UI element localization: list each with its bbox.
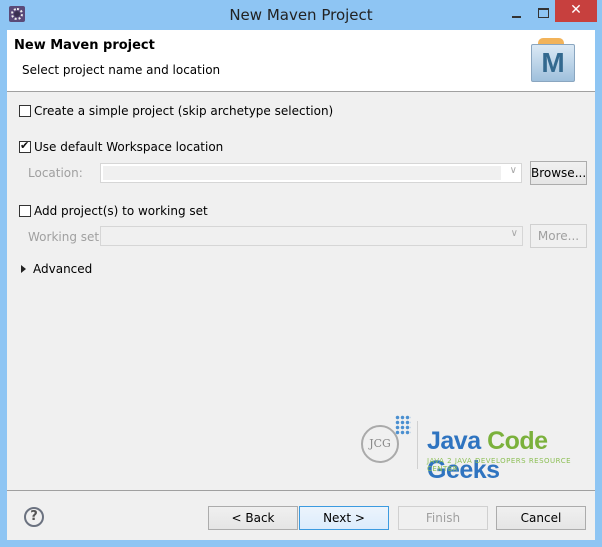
simple-project-checkbox[interactable] <box>19 105 31 117</box>
browse-button[interactable]: Browse... <box>530 161 587 185</box>
advanced-label: Advanced <box>33 262 93 276</box>
location-combo[interactable]: ∨ <box>100 163 522 183</box>
location-input[interactable] <box>103 166 501 180</box>
maven-icon-letter: M <box>531 44 575 82</box>
default-workspace-label: Use default Workspace location <box>34 140 224 154</box>
expand-arrow-icon[interactable] <box>21 265 26 273</box>
page-description: Select project name and location <box>22 63 221 77</box>
chevron-down-icon[interactable]: ∨ <box>510 165 517 176</box>
advanced-section-toggle[interactable]: Advanced <box>19 262 92 276</box>
page-title: New Maven project <box>14 38 155 53</box>
default-workspace-checkbox[interactable] <box>19 139 31 153</box>
watermark-divider <box>417 421 418 469</box>
chevron-down-icon[interactable]: ∨ <box>511 228 518 239</box>
finish-button[interactable]: Finish <box>398 506 488 530</box>
watermark-subtitle: JAVA 2 JAVA DEVELOPERS RESOURCE CENTER <box>427 457 572 473</box>
title-bar: New Maven Project ✕ <box>0 0 602 30</box>
working-set-check-label: Add project(s) to working set <box>34 204 208 218</box>
dots-decoration-icon <box>395 415 411 435</box>
java-code-geeks-watermark: JCG Java Code Geeks JAVA 2 JAVA DEVELOPE… <box>357 413 587 484</box>
working-set-option[interactable]: Add project(s) to working set <box>19 204 208 218</box>
working-set-checkbox[interactable] <box>19 205 31 217</box>
maximize-button[interactable] <box>533 3 555 23</box>
minimize-button[interactable] <box>507 3 527 23</box>
next-button[interactable]: Next > <box>299 506 389 530</box>
footer-divider <box>7 490 595 491</box>
back-button[interactable]: < Back <box>208 506 298 530</box>
jcg-logo-icon: JCG <box>361 425 399 463</box>
help-icon[interactable]: ? <box>24 507 44 527</box>
dialog-body: New Maven project Select project name an… <box>7 30 595 540</box>
watermark-word-code: Code <box>487 427 548 455</box>
working-set-label: Working set: <box>28 230 104 244</box>
watermark-word-java: Java <box>427 427 481 455</box>
working-set-combo[interactable]: ∨ <box>100 226 523 246</box>
maven-folder-icon: M <box>529 38 575 82</box>
simple-project-option[interactable]: Create a simple project (skip archetype … <box>19 104 333 118</box>
more-button[interactable]: More... <box>530 224 587 248</box>
default-workspace-option[interactable]: Use default Workspace location <box>19 139 224 154</box>
simple-project-label: Create a simple project (skip archetype … <box>34 104 334 118</box>
watermark-title: Java Code Geeks <box>427 427 587 485</box>
cancel-button[interactable]: Cancel <box>496 506 586 530</box>
wizard-header: New Maven project Select project name an… <box>7 30 595 92</box>
close-button[interactable]: ✕ <box>555 0 597 22</box>
location-label: Location: <box>28 166 83 180</box>
